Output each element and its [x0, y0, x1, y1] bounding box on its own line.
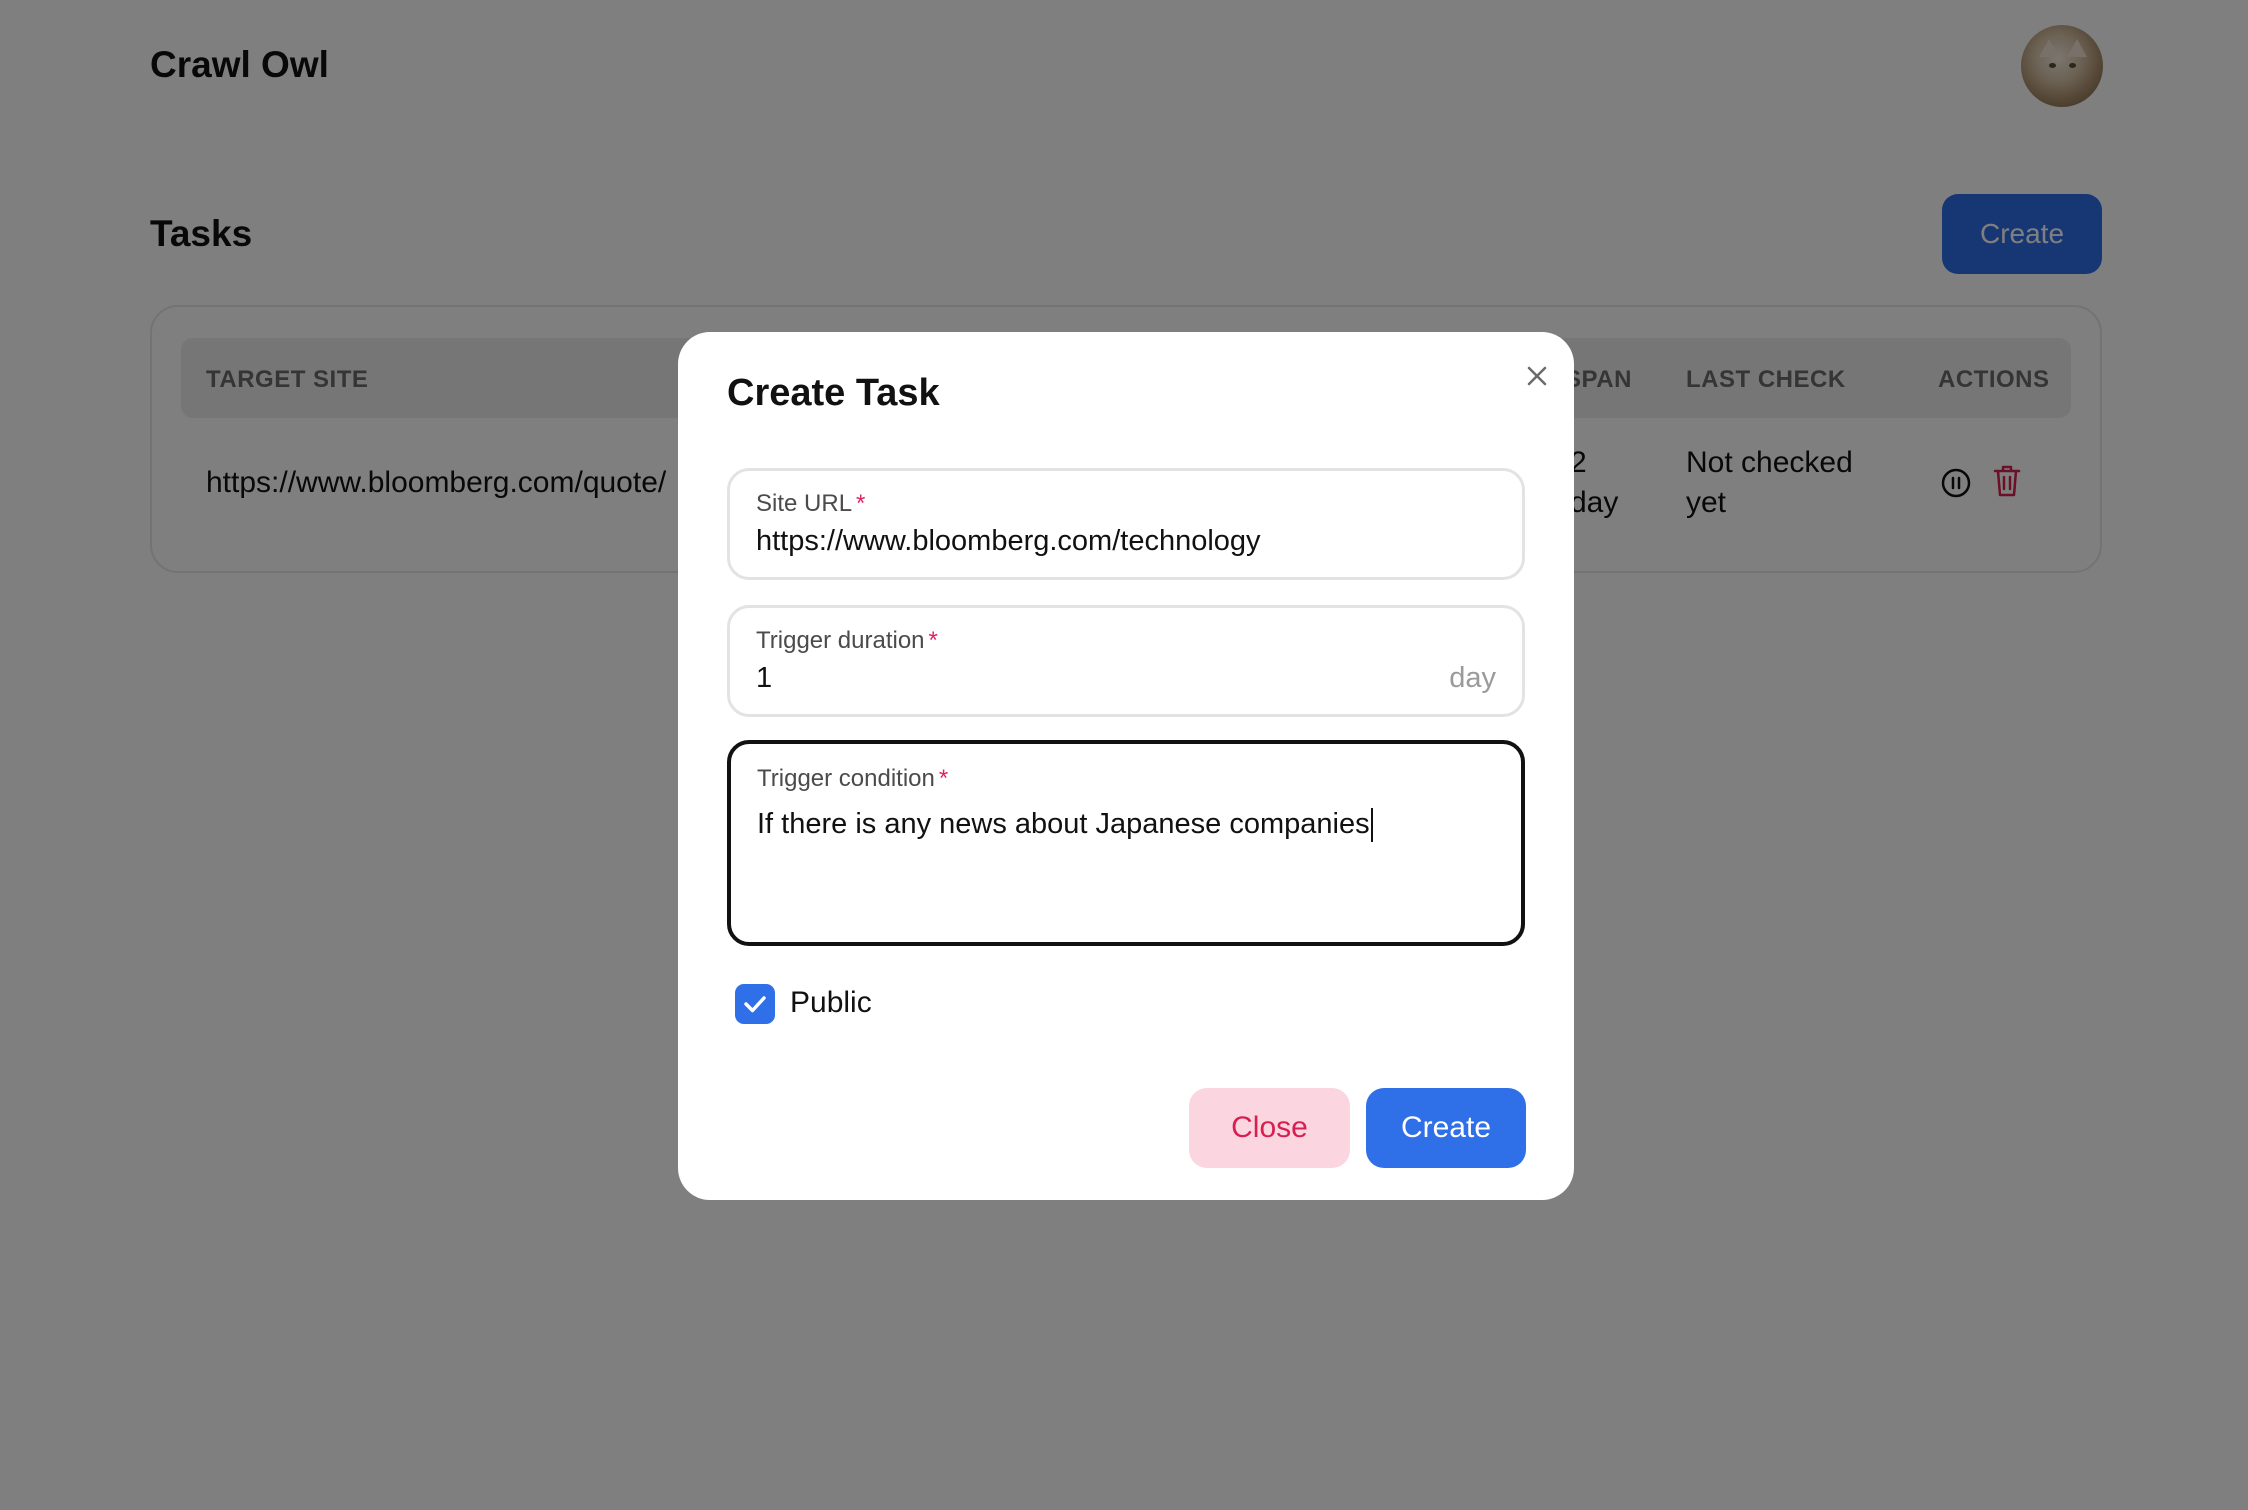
close-button[interactable]: Close [1189, 1088, 1350, 1168]
create-button[interactable]: Create [1366, 1088, 1526, 1168]
site-url-input[interactable]: https://www.bloomberg.com/technology [756, 525, 1261, 558]
public-label[interactable]: Public [790, 986, 872, 1020]
trigger-duration-field[interactable]: Trigger duration * 1 day [727, 605, 1525, 717]
modal-title: Create Task [727, 372, 940, 414]
trigger-condition-field[interactable]: Trigger condition * If there is any news … [727, 740, 1525, 946]
site-url-field[interactable]: Site URL * https://www.bloomberg.com/tech… [727, 468, 1525, 580]
required-marker: * [856, 490, 866, 517]
duration-unit: day [1449, 662, 1496, 694]
public-checkbox[interactable] [735, 984, 775, 1024]
trigger-duration-input[interactable]: 1 [756, 662, 772, 695]
close-icon[interactable] [1521, 360, 1553, 392]
checkmark-icon [744, 996, 766, 1013]
trigger-condition-textarea[interactable]: If there is any news about Japanese comp… [757, 808, 1373, 843]
required-marker: * [938, 765, 949, 792]
trigger-condition-label: Trigger condition * [757, 765, 949, 792]
required-marker: * [928, 627, 938, 654]
text-caret [1370, 808, 1373, 843]
create-task-modal: Create Task Site URL * https://www.bloomb… [678, 332, 1574, 1200]
trigger-duration-label: Trigger duration * [756, 627, 938, 654]
site-url-label: Site URL * [756, 490, 866, 517]
